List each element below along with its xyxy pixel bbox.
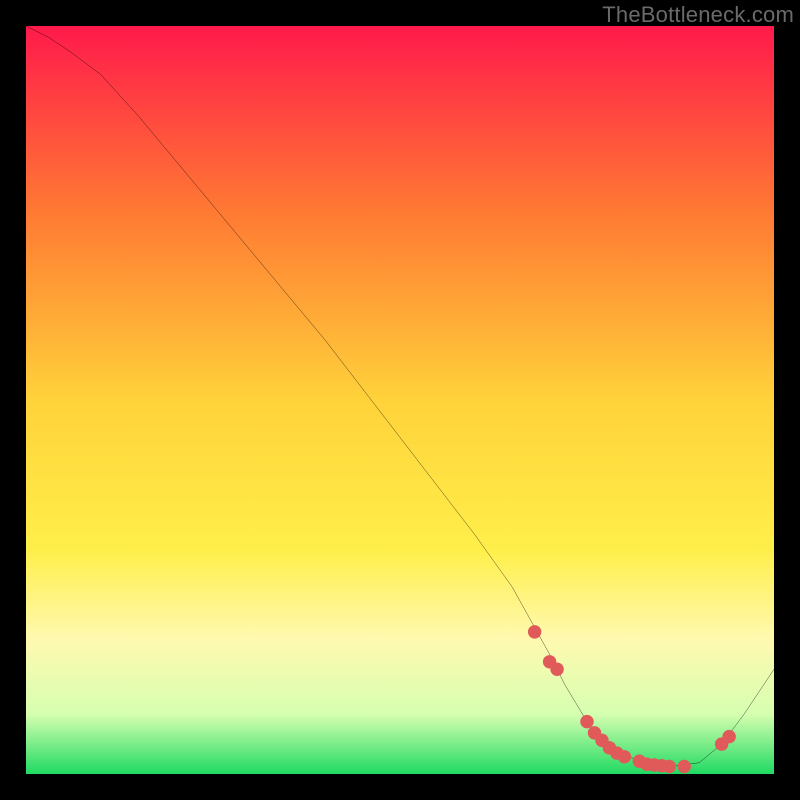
- scatter-point: [678, 760, 691, 773]
- scatter-point: [722, 730, 735, 743]
- scatter-point: [663, 760, 676, 773]
- chart-frame: TheBottleneck.com: [0, 0, 800, 800]
- scatter-point: [528, 625, 541, 638]
- scatter-point: [618, 750, 631, 763]
- plot-area: [26, 26, 774, 774]
- chart-svg: [26, 26, 774, 774]
- watermark-text: TheBottleneck.com: [602, 2, 794, 28]
- scatter-point: [580, 715, 593, 728]
- scatter-point: [550, 663, 563, 676]
- background-gradient: [26, 26, 774, 774]
